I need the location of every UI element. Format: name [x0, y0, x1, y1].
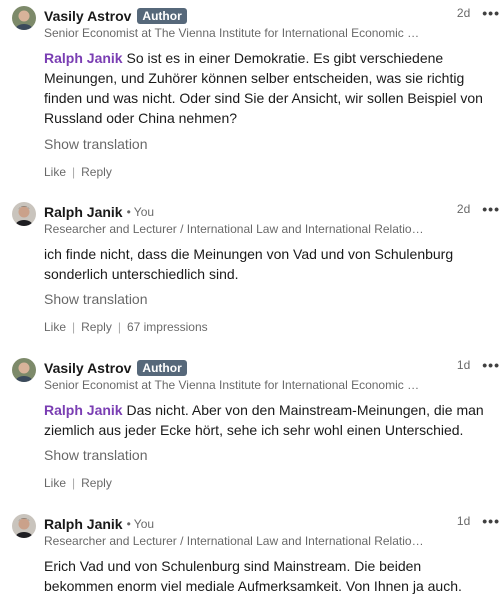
- timestamp: 1d: [456, 358, 471, 372]
- comment-text: Ralph Janik Das nicht. Aber von den Main…: [44, 400, 484, 440]
- comment-actions: Like | Reply: [44, 165, 112, 179]
- author-headline: Senior Economist at The Vienna Institute…: [44, 378, 424, 392]
- author-headline: Researcher and Lecturer / International …: [44, 222, 424, 236]
- comment-body: ich finde nicht, dass die Meinungen von …: [44, 246, 454, 282]
- author-name[interactable]: Vasily Astrov: [44, 8, 131, 24]
- comment: Vasily Astrov Author Senior Economist at…: [0, 352, 504, 502]
- you-indicator: • You: [126, 517, 155, 531]
- comment-actions: Like | Reply: [44, 476, 112, 490]
- like-button[interactable]: Like: [44, 165, 66, 179]
- comment-header: Vasily Astrov Author Senior Economist at…: [44, 6, 504, 41]
- comment: Ralph Janik • You Researcher and Lecturer…: [0, 196, 504, 346]
- like-button[interactable]: Like: [44, 476, 66, 490]
- reply-button[interactable]: Reply: [81, 476, 112, 490]
- author-badge: Author: [137, 360, 187, 376]
- mention-link[interactable]: Ralph Janik: [44, 50, 123, 66]
- divider: |: [72, 165, 76, 179]
- timestamp: 1d: [456, 514, 471, 528]
- comment-meta: 2d •••: [457, 6, 500, 20]
- divider: |: [117, 320, 121, 334]
- comment-text: Erich Vad und von Schulenburg sind Mains…: [44, 556, 484, 596]
- more-horizontal-icon[interactable]: •••: [482, 6, 500, 20]
- you-label: You: [133, 205, 155, 219]
- divider: |: [72, 320, 76, 334]
- comment-header: Ralph Janik • You Researcher and Lecturer…: [44, 514, 504, 549]
- comment-meta: 1d •••: [457, 358, 500, 372]
- you-label: You: [133, 517, 155, 531]
- comment: Ralph Janik • You Researcher and Lecturer…: [0, 508, 504, 595]
- comment-actions: Like | Reply | 67 impressions: [44, 320, 208, 334]
- author-badge: Author: [137, 8, 187, 24]
- avatar-vasily-astrov[interactable]: [12, 6, 36, 30]
- reply-button[interactable]: Reply: [81, 320, 112, 334]
- show-translation-button[interactable]: Show translation: [44, 291, 148, 307]
- more-horizontal-icon[interactable]: •••: [482, 358, 500, 372]
- author-name[interactable]: Ralph Janik: [44, 204, 123, 220]
- mention-link[interactable]: Ralph Janik: [44, 402, 123, 418]
- comment: Vasily Astrov Author Senior Economist at…: [0, 0, 504, 190]
- reply-button[interactable]: Reply: [81, 165, 112, 179]
- avatar-ralph-janik[interactable]: [12, 202, 36, 226]
- comment-meta: 1d •••: [457, 514, 500, 528]
- show-translation-button[interactable]: Show translation: [44, 136, 148, 152]
- author-name[interactable]: Vasily Astrov: [44, 360, 131, 376]
- divider: |: [72, 476, 76, 490]
- comment-header: Ralph Janik • You Researcher and Lecturer…: [44, 202, 504, 237]
- impressions-count[interactable]: 67 impressions: [127, 320, 208, 334]
- comment-meta: 2d •••: [457, 202, 500, 216]
- avatar-vasily-astrov[interactable]: [12, 358, 36, 382]
- like-button[interactable]: Like: [44, 320, 66, 334]
- comment-text: Ralph Janik So ist es in einer Demokrati…: [44, 48, 484, 128]
- comment-text: ich finde nicht, dass die Meinungen von …: [44, 244, 484, 284]
- show-translation-button[interactable]: Show translation: [44, 447, 148, 463]
- author-headline: Senior Economist at The Vienna Institute…: [44, 26, 424, 40]
- you-indicator: • You: [126, 205, 155, 219]
- more-horizontal-icon[interactable]: •••: [482, 202, 500, 216]
- timestamp: 2d: [456, 202, 471, 216]
- comment-header: Vasily Astrov Author Senior Economist at…: [44, 358, 504, 393]
- author-name[interactable]: Ralph Janik: [44, 516, 123, 532]
- avatar-ralph-janik[interactable]: [12, 514, 36, 538]
- more-horizontal-icon[interactable]: •••: [482, 514, 500, 528]
- comment-body: Erich Vad und von Schulenburg sind Mains…: [44, 558, 462, 594]
- author-headline: Researcher and Lecturer / International …: [44, 534, 424, 548]
- timestamp: 2d: [456, 6, 471, 20]
